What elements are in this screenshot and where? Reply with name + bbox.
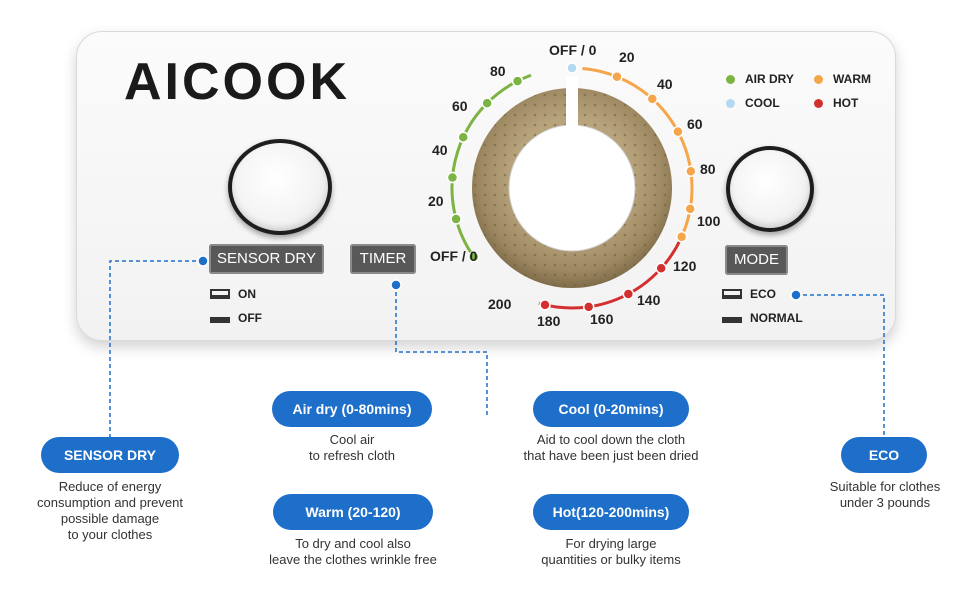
eco-callout-title: ECO (841, 437, 927, 473)
dial-marker (457, 131, 469, 144)
cool-callout-text: Aid to cool down the cloth that have bee… (486, 432, 736, 464)
dial-label-right: 60 (687, 116, 703, 132)
desc-line: consumption and prevent (37, 495, 183, 510)
connector-dot (197, 255, 209, 267)
desc-line: to refresh cloth (309, 448, 395, 463)
connector-dot (790, 289, 802, 301)
dial-marker (622, 288, 635, 300)
dial-marker (684, 203, 696, 215)
desc-line: possible damage (60, 511, 160, 526)
dial-marker (675, 231, 688, 243)
desc-line: quantities or bulky items (541, 552, 681, 567)
desc-line: Cool air (329, 432, 375, 447)
dial-marker (539, 299, 551, 311)
dial-label-right: 120 (673, 258, 697, 274)
dial-marker (481, 97, 493, 109)
dial-label-right: 20 (619, 49, 635, 65)
dial-label-left: 40 (432, 142, 448, 158)
dial-label-left: 60 (452, 98, 468, 114)
dial-label-right: 160 (590, 311, 614, 327)
dial-label-top-off: OFF / 0 (549, 42, 597, 58)
dial-label-right: 140 (637, 292, 661, 308)
desc-line: to your clothes (67, 527, 153, 542)
dial-marker (685, 165, 697, 178)
dial-marker (672, 125, 684, 138)
desc-line: Reduce of energy (58, 479, 162, 494)
desc-line: Aid to cool down the cloth (536, 432, 686, 447)
dial-label-right: 200 (488, 296, 512, 312)
connector-line (796, 294, 885, 437)
dial-marker (566, 62, 578, 74)
dial-marker (611, 70, 623, 83)
dial-label-right: 80 (700, 161, 716, 177)
connector-dot (390, 279, 402, 291)
dial-label-right: 100 (697, 213, 721, 229)
connector-lines (109, 255, 885, 437)
dial-center (508, 124, 636, 252)
warm-callout-title: Warm (20-120) (273, 494, 433, 530)
eco-callout-text: Suitable for clothes under 3 pounds (800, 479, 970, 511)
air-dry-callout-title: Air dry (0-80mins) (272, 391, 432, 427)
dial-label-left-off: OFF / 0 (430, 248, 478, 264)
sensor-dry-callout-title: SENSOR DRY (41, 437, 179, 473)
hot-callout-title: Hot(120-200mins) (533, 494, 689, 530)
dial-marker (446, 171, 459, 184)
warm-callout-text: To dry and cool also leave the clothes w… (233, 536, 473, 568)
desc-line: Suitable for clothes (829, 479, 941, 494)
timer-dial[interactable] (446, 62, 697, 313)
cool-callout-title: Cool (0-20mins) (533, 391, 689, 427)
desc-line: For drying large (565, 536, 657, 551)
dial-marker (655, 262, 667, 275)
sensor-dry-callout-text: Reduce of energy consumption and prevent… (10, 479, 210, 543)
dial-label-left: 80 (490, 63, 506, 79)
dial-label-right: 180 (537, 313, 561, 329)
desc-line: that have been just been dried (523, 448, 699, 463)
air-dry-callout-text: Cool air to refresh cloth (252, 432, 452, 464)
dial-marker (511, 75, 524, 87)
dial-pointer-notch[interactable] (566, 76, 578, 126)
dial-marker (450, 213, 462, 225)
desc-line: under 3 pounds (839, 495, 931, 510)
connector-line (109, 260, 203, 437)
dial-marker (646, 93, 659, 105)
dial-label-right: 40 (657, 76, 673, 92)
hot-callout-text: For drying large quantities or bulky ite… (491, 536, 731, 568)
desc-line: To dry and cool also (295, 536, 411, 551)
desc-line: leave the clothes wrinkle free (269, 552, 437, 567)
dial-label-left: 20 (428, 193, 444, 209)
